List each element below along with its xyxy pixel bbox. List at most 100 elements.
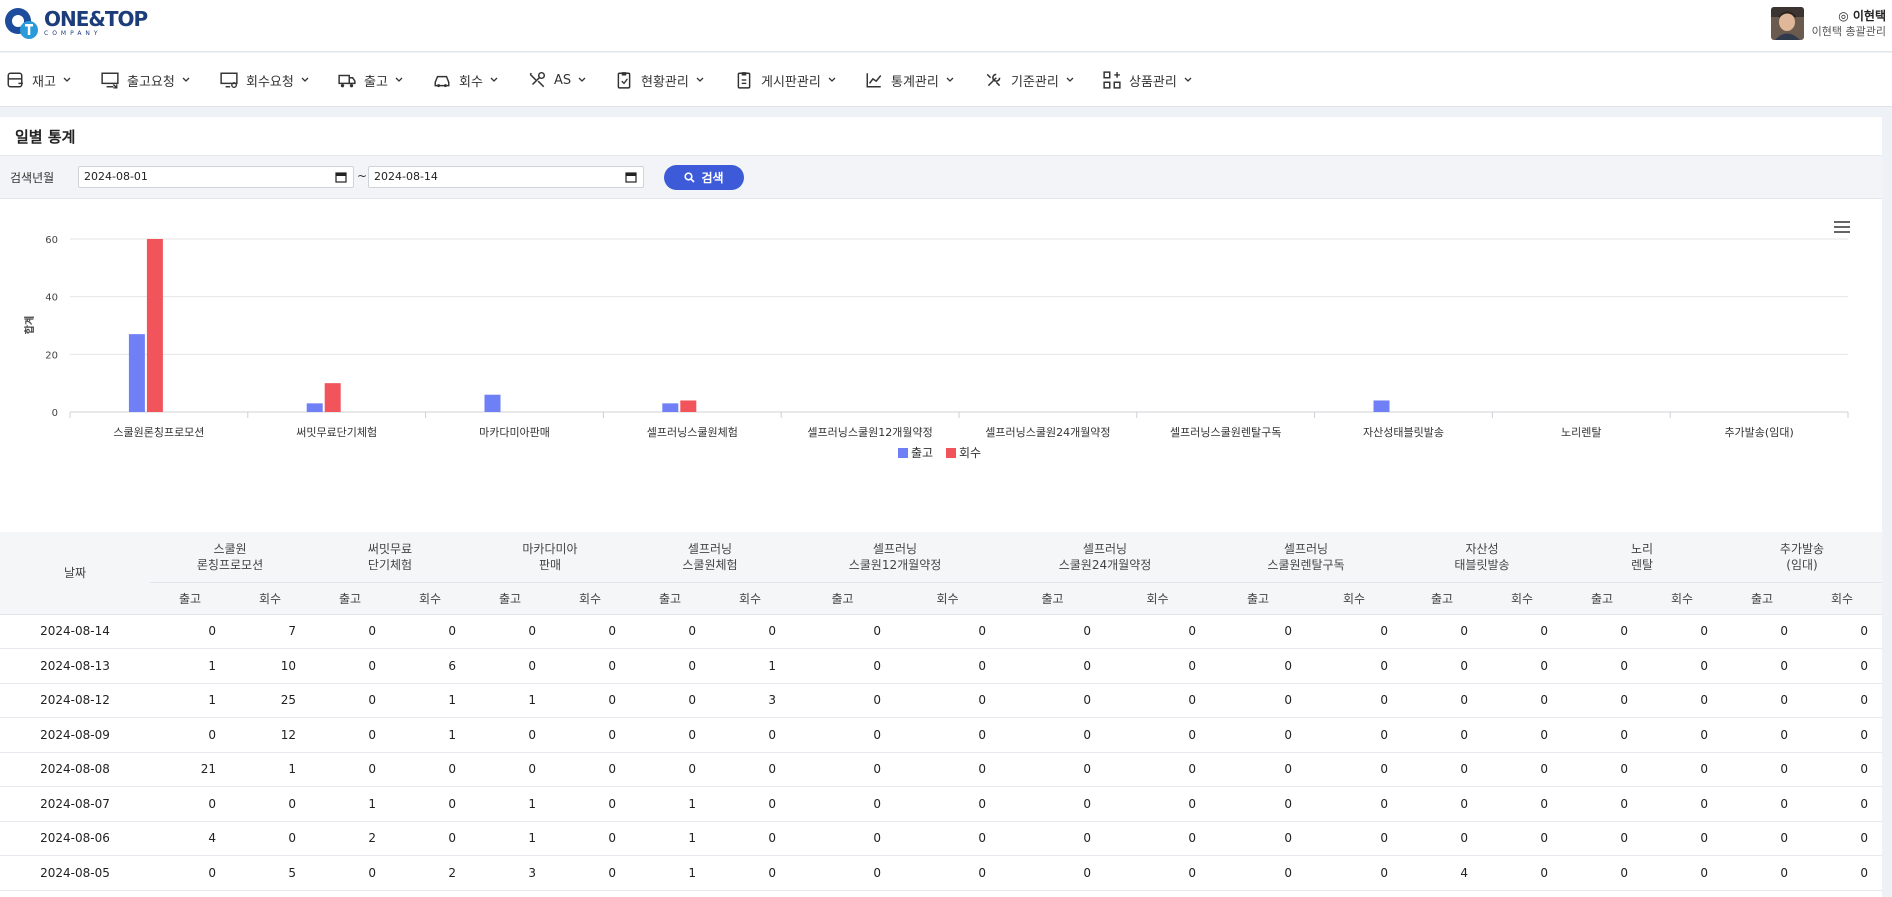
value-cell: 0 — [1105, 752, 1210, 787]
date-cell: 2024-08-09 — [0, 717, 150, 753]
value-cell: 0 — [1210, 752, 1306, 787]
value-cell: 0 — [1402, 683, 1482, 718]
nav-item-label: 재고 — [32, 74, 56, 90]
value-cell: 0 — [1642, 821, 1722, 856]
header-line-1: 셀프러닝 — [872, 541, 918, 556]
nav-item-4[interactable]: 회수 — [433, 53, 498, 107]
date-cell: 2024-08-12 — [0, 683, 150, 718]
table-row: 2024-08-06 4 0 2 0 1 0 1 0 0 0 0 0 0 0 0 0 0 0 0 0 — [0, 821, 1882, 856]
nav-item-6[interactable]: 현황관리 — [615, 53, 704, 107]
chart-menu-icon[interactable] — [1834, 221, 1850, 233]
user-name: ◎ 이현택 — [1838, 8, 1886, 23]
value-cell: 0 — [1402, 648, 1482, 684]
value-cell: 0 — [550, 855, 630, 891]
value-cell: 1 — [390, 683, 470, 718]
value-cell: 1 — [470, 786, 550, 822]
nav-item-3[interactable]: 출고 — [338, 53, 403, 107]
search-button[interactable]: 검색 — [664, 165, 744, 190]
product-column-header: 추가발송 (임대) — [1722, 532, 1882, 583]
x-tick-label: 셀프러닝스쿨원렌탈구독 — [1170, 426, 1281, 439]
content-panel: 일별 통계 검색년월 2024-08-01 ~ 2024-08-14 검색 02… — [0, 117, 1882, 897]
nav-item-9[interactable]: 기준관리 — [985, 53, 1074, 107]
nav-item-1[interactable]: 출고요청 — [101, 53, 190, 107]
value-cell: 0 — [1210, 855, 1306, 891]
value-cell: 0 — [1210, 821, 1306, 856]
value-cell: 0 — [1642, 786, 1722, 822]
value-cell: 0 — [1402, 614, 1482, 649]
chevron-down-icon — [828, 77, 836, 82]
value-cell: 0 — [310, 614, 390, 649]
value-cell: 0 — [390, 752, 470, 787]
x-tick-label: 노리렌탈 — [1561, 426, 1601, 439]
sub-header-out: 출고 — [1402, 582, 1482, 615]
value-cell: 0 — [630, 717, 710, 753]
chevron-down-icon — [63, 77, 71, 82]
value-cell: 0 — [1000, 786, 1105, 822]
nav-item-10[interactable]: 상품관리 — [1103, 53, 1192, 107]
value-cell: 0 — [1306, 786, 1402, 822]
calendar-icon[interactable] — [335, 171, 347, 183]
bar-out — [662, 403, 679, 412]
table-row: 2024-08-07 0 0 1 0 1 0 1 0 0 0 0 0 0 0 0 0 0 0 0 0 — [0, 786, 1882, 822]
start-date-input[interactable]: 2024-08-01 — [78, 166, 354, 188]
value-cell: 0 — [1482, 648, 1562, 684]
date-column-header: 날짜 — [0, 532, 150, 615]
main-nav: 재고 출고요청 회수요청 출고 회수 AS 현황관리 게시판관리 통계관리 기준관리 상품관리 — [0, 53, 1892, 107]
value-cell: 6 — [390, 648, 470, 684]
header-line-1: 셀프러닝 — [1283, 541, 1329, 556]
sub-header-out: 출고 — [1000, 582, 1105, 615]
value-cell: 10 — [230, 648, 310, 684]
value-cell: 0 — [1482, 752, 1562, 787]
value-cell: 0 — [1306, 683, 1402, 718]
nav-item-label: 게시판관리 — [761, 74, 821, 90]
sub-header-in: 회수 — [390, 582, 470, 615]
value-cell: 0 — [790, 683, 895, 718]
date-cell: 2024-08-08 — [0, 752, 150, 787]
bar-in — [680, 400, 697, 412]
value-cell: 1 — [470, 683, 550, 718]
value-cell: 1 — [630, 786, 710, 822]
value-cell: 4 — [150, 821, 230, 856]
value-cell: 0 — [1402, 717, 1482, 753]
value-cell: 0 — [390, 786, 470, 822]
nav-item-label: 출고요청 — [127, 74, 175, 90]
date-cell: 2024-08-07 — [0, 786, 150, 822]
nav-item-5[interactable]: AS — [528, 53, 586, 107]
value-cell: 0 — [1562, 648, 1642, 684]
value-cell: 0 — [1000, 752, 1105, 787]
sub-header-out: 출고 — [150, 582, 230, 615]
legend-swatch — [898, 448, 908, 458]
end-date-input[interactable]: 2024-08-14 — [368, 166, 644, 188]
value-cell: 0 — [1105, 648, 1210, 684]
nav-item-8[interactable]: 통계관리 — [865, 53, 954, 107]
product-column-header: 셀프러닝 스쿨원24개월약정 — [1000, 532, 1210, 583]
user-profile[interactable]: ◎ 이현택 이현택 총괄관리 — [1770, 7, 1886, 40]
sub-header-in: 회수 — [1642, 582, 1722, 615]
chevron-down-icon — [1066, 77, 1074, 82]
monitor-search-icon — [220, 72, 238, 88]
nav-item-0[interactable]: 재고 — [6, 53, 71, 107]
bar-out — [128, 334, 145, 412]
value-cell: 0 — [895, 855, 1000, 891]
header-line-1: 노리 — [1630, 541, 1654, 556]
chevron-down-icon — [1184, 77, 1192, 82]
product-column-header: 셀프러닝 스쿨원12개월약정 — [790, 532, 1000, 583]
nav-item-2[interactable]: 회수요청 — [220, 53, 309, 107]
header-line-2: 스쿨원24개월약정 — [1058, 557, 1152, 572]
value-cell: 0 — [1802, 648, 1882, 684]
value-cell: 0 — [1210, 786, 1306, 822]
nav-item-7[interactable]: 게시판관리 — [735, 53, 836, 107]
value-cell: 12 — [230, 717, 310, 753]
value-cell: 0 — [1482, 786, 1562, 822]
company-logo[interactable]: ONE&TOP COMPANY — [4, 5, 148, 41]
x-tick-label: 셀프러닝스쿨원12개월약정 — [807, 425, 932, 439]
calendar-icon[interactable] — [625, 171, 637, 183]
value-cell: 0 — [550, 786, 630, 822]
sub-header-out: 출고 — [310, 582, 390, 615]
value-cell: 0 — [895, 821, 1000, 856]
value-cell: 0 — [550, 648, 630, 684]
value-cell: 21 — [150, 752, 230, 787]
value-cell: 0 — [790, 752, 895, 787]
sub-header-out: 출고 — [790, 582, 895, 615]
value-cell: 0 — [790, 614, 895, 649]
